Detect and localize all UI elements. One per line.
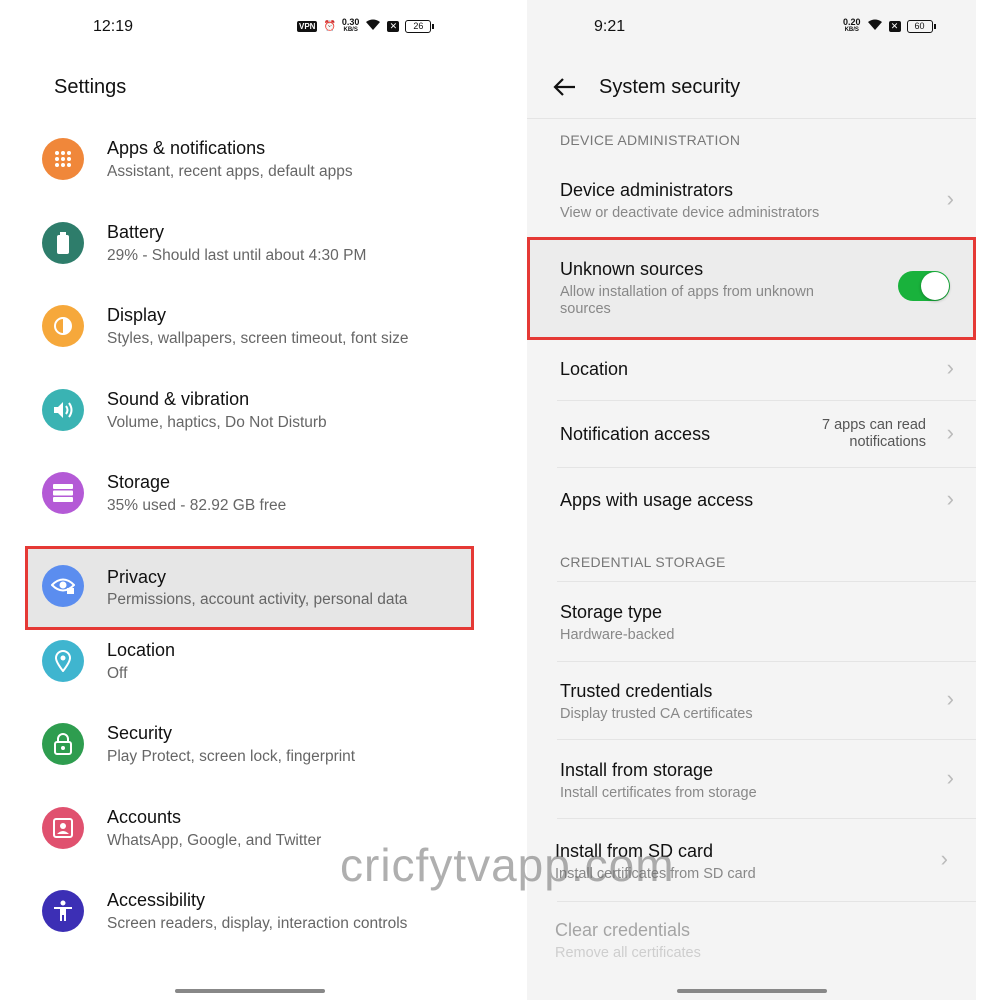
location-pin-icon: [42, 640, 84, 682]
chevron-right-icon: ›: [946, 686, 954, 711]
storage-type-row: Storage type Hardware-backed: [527, 582, 976, 661]
chevron-right-icon: ›: [946, 765, 954, 790]
item-title: Accessibility: [107, 890, 206, 910]
item-title: Apps & notifications: [107, 138, 266, 158]
usage-access-row[interactable]: Apps with usage access ›: [527, 468, 976, 536]
unknown-sources-toggle[interactable]: [898, 271, 950, 301]
row-title: Clear credentials: [555, 920, 691, 940]
chevron-right-icon: ›: [946, 355, 954, 380]
section-header-credential-storage: CREDENTIAL STORAGE: [560, 554, 726, 570]
item-title: Display: [107, 305, 167, 325]
item-title: Storage: [107, 472, 171, 492]
item-subtitle: Off: [107, 665, 128, 682]
apps-grid-icon: [42, 138, 84, 180]
status-time: 9:21: [594, 18, 626, 35]
item-title: Security: [107, 723, 173, 743]
battery-icon: [42, 222, 84, 264]
clear-credentials-row: Clear credentials Remove all certificate…: [527, 902, 976, 982]
row-subtitle: Allow installation of apps from unknown: [560, 284, 814, 300]
chevron-right-icon: ›: [946, 486, 954, 511]
vpn-icon: VPN: [297, 20, 318, 32]
back-arrow-icon[interactable]: [553, 73, 577, 104]
section-header-device-admin: DEVICE ADMINISTRATION: [560, 132, 741, 148]
no-sim-icon: ✕: [888, 20, 901, 32]
settings-item-display[interactable]: Display Styles, wallpapers, screen timeo…: [25, 285, 475, 367]
item-title: Battery: [107, 222, 165, 242]
status-bar: 9:21 0.20 KB/S ✕ 60: [527, 0, 976, 52]
device-administrators-row[interactable]: Device administrators View or deactivate…: [527, 160, 976, 237]
eye-lock-icon: [42, 565, 84, 607]
item-subtitle: WhatsApp, Google, and Twitter: [107, 832, 322, 849]
row-subtitle: Remove all certificates: [555, 945, 701, 961]
network-speed: 0.30 KB/S: [341, 17, 360, 34]
row-title: Location: [560, 359, 629, 379]
item-title: Accounts: [107, 807, 182, 827]
item-title: Location: [107, 640, 176, 660]
row-title: Trusted credentials: [560, 681, 713, 701]
status-time: 12:19: [93, 18, 134, 35]
no-sim-icon: ✕: [387, 20, 400, 32]
row-title: Unknown sources: [560, 259, 704, 279]
settings-item-storage[interactable]: Storage 35% used - 82.92 GB free: [25, 452, 475, 534]
network-speed: 0.20 KB/S: [843, 17, 861, 34]
settings-item-location[interactable]: Location Off: [25, 620, 475, 702]
account-icon: [42, 807, 84, 849]
chevron-right-icon: ›: [946, 420, 954, 445]
item-subtitle: Play Protect, screen lock, fingerprint: [107, 748, 356, 765]
app-bar: System security: [527, 55, 976, 119]
brightness-icon: [42, 305, 84, 347]
settings-item-privacy[interactable]: Privacy Permissions, account activity, p…: [25, 546, 474, 630]
row-title: Notification access: [560, 424, 711, 444]
item-title: Privacy: [107, 567, 167, 587]
volume-icon: [42, 389, 84, 431]
notification-access-count: 7 apps can read notifications: [822, 417, 926, 450]
row-subtitle: View or deactivate device administrators: [560, 205, 820, 221]
gesture-nav-bar[interactable]: [677, 989, 827, 993]
toggle-knob: [921, 272, 949, 300]
row-title: Install from storage: [560, 760, 714, 780]
row-subtitle: Hardware-backed: [560, 627, 675, 643]
settings-item-apps[interactable]: Apps & notifications Assistant, recent a…: [25, 118, 475, 200]
storage-icon: [42, 472, 84, 514]
item-subtitle: Assistant, recent apps, default apps: [107, 163, 353, 180]
location-row[interactable]: Location ›: [527, 340, 976, 400]
page-title: System security: [599, 76, 741, 98]
install-from-storage-row[interactable]: Install from storage Install certificate…: [527, 740, 976, 818]
trusted-credentials-row[interactable]: Trusted credentials Display trusted CA c…: [527, 662, 976, 739]
chevron-right-icon: ›: [946, 186, 954, 211]
row-subtitle-cont: sources: [560, 301, 611, 317]
item-subtitle: Permissions, account activity, personal …: [107, 591, 408, 608]
item-title: Sound & vibration: [107, 389, 250, 409]
item-subtitle: 29% - Should last until about 4:30 PM: [107, 247, 367, 264]
item-subtitle: 35% used - 82.92 GB free: [107, 497, 287, 514]
accessibility-icon: [42, 890, 84, 932]
row-title: Storage type: [560, 602, 663, 622]
notification-access-row[interactable]: Notification access 7 apps can read noti…: [527, 401, 976, 467]
wifi-icon: [867, 18, 883, 34]
row-title: Apps with usage access: [560, 490, 754, 510]
status-icons: 0.20 KB/S ✕ 60: [843, 17, 936, 34]
watermark-text: cricfytvapp.com: [340, 839, 675, 891]
status-icons: VPN ⏰ 0.30 KB/S ✕ 26: [297, 17, 435, 34]
row-title: Device administrators: [560, 180, 734, 200]
settings-item-sound[interactable]: Sound & vibration Volume, haptics, Do No…: [25, 369, 475, 451]
item-subtitle: Screen readers, display, interaction con…: [107, 915, 408, 932]
item-subtitle: Styles, wallpapers, screen timeout, font…: [107, 330, 409, 347]
gesture-nav-bar[interactable]: [175, 989, 325, 993]
alarm-icon: ⏰: [323, 20, 336, 32]
settings-item-battery[interactable]: Battery 29% - Should last until about 4:…: [25, 202, 475, 284]
unknown-sources-row[interactable]: Unknown sources Allow installation of ap…: [527, 237, 976, 340]
wifi-icon: [365, 18, 381, 34]
row-subtitle: Display trusted CA certificates: [560, 706, 753, 722]
battery-indicator: 26: [405, 19, 435, 33]
page-title: Settings: [54, 76, 127, 98]
battery-indicator: 60: [906, 19, 936, 33]
status-bar: 12:19 VPN ⏰ 0.30 KB/S ✕ 26: [25, 0, 500, 52]
chevron-right-icon: ›: [940, 846, 948, 871]
row-subtitle: Install certificates from storage: [560, 785, 757, 801]
item-subtitle: Volume, haptics, Do Not Disturb: [107, 414, 327, 431]
lock-icon: [42, 723, 84, 765]
settings-item-security[interactable]: Security Play Protect, screen lock, fing…: [25, 703, 475, 785]
